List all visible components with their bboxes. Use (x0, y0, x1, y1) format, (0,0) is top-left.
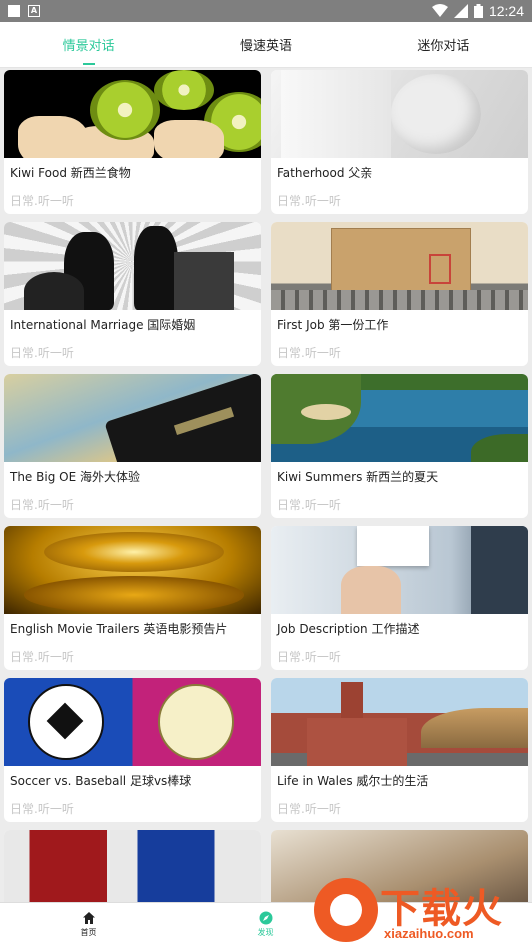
lesson-subtitle: 日常.听一听 (10, 498, 74, 512)
lesson-card[interactable]: Fatherhood 父亲 日常.听一听 (271, 70, 528, 214)
nav-home-label: 首页 (80, 928, 97, 937)
tab-mini-dialogue[interactable]: 迷你对话 (355, 22, 532, 67)
nav-home[interactable]: 首页 (0, 903, 177, 946)
clock: 12:24 (488, 3, 524, 19)
compass-icon (259, 911, 272, 925)
lesson-title: Fatherhood 父亲 (277, 166, 373, 180)
notification-a-icon: A (28, 5, 40, 17)
lesson-card[interactable]: The Big OE 海外大体验 日常.听一听 (4, 374, 261, 518)
lesson-thumbnail (4, 70, 261, 158)
status-bar: A 12:24 (0, 0, 532, 22)
lesson-thumbnail (4, 374, 261, 462)
lesson-title: Kiwi Summers 新西兰的夏天 (277, 470, 439, 484)
lesson-card[interactable]: Soccer vs. Baseball 足球vs棒球 日常.听一听 (4, 678, 261, 822)
lesson-title: Job Description 工作描述 (277, 622, 420, 636)
signal-icon (453, 4, 468, 18)
lesson-title: Kiwi Food 新西兰食物 (10, 166, 131, 180)
lesson-thumbnail (4, 222, 261, 310)
watermark-logo: 下载火 xiazaihuo.com (314, 876, 532, 946)
category-tabs: 情景对话 慢速英语 迷你对话 (0, 22, 532, 68)
lesson-subtitle: 日常.听一听 (277, 802, 341, 816)
notification-square-icon (8, 5, 20, 17)
lesson-title: Soccer vs. Baseball 足球vs棒球 (10, 774, 192, 788)
lesson-card[interactable]: English Movie Trailers 英语电影预告片 日常.听一听 (4, 526, 261, 670)
watermark-url: xiazaihuo.com (384, 926, 474, 941)
lesson-subtitle: 日常.听一听 (277, 498, 341, 512)
lesson-title: Life in Wales 威尔士的生活 (277, 774, 429, 788)
tab-slow-english[interactable]: 慢速英语 (177, 22, 354, 67)
lesson-grid: Kiwi Food 新西兰食物 日常.听一听 Fatherhood 父亲 日常.… (4, 70, 528, 946)
lesson-subtitle: 日常.听一听 (277, 346, 341, 360)
tab-scene-dialogue[interactable]: 情景对话 (0, 22, 177, 67)
lesson-subtitle: 日常.听一听 (277, 194, 341, 208)
lesson-card[interactable]: First Job 第一份工作 日常.听一听 (271, 222, 528, 366)
lesson-card[interactable]: International Marriage 国际婚姻 日常.听一听 (4, 222, 261, 366)
lesson-card[interactable]: Kiwi Summers 新西兰的夏天 日常.听一听 (271, 374, 528, 518)
lesson-title: International Marriage 国际婚姻 (10, 318, 196, 332)
battery-icon (473, 4, 483, 18)
home-icon (82, 912, 95, 924)
lesson-title: English Movie Trailers 英语电影预告片 (10, 622, 228, 636)
lesson-thumbnail (271, 70, 528, 158)
wifi-icon (431, 4, 448, 17)
lesson-subtitle: 日常.听一听 (10, 194, 74, 208)
lesson-thumbnail (271, 678, 528, 766)
lesson-subtitle: 日常.听一听 (10, 650, 74, 664)
nav-discover-label: 发现 (257, 928, 274, 937)
lesson-thumbnail (271, 222, 528, 310)
lesson-card[interactable]: Life in Wales 威尔士的生活 日常.听一听 (271, 678, 528, 822)
lesson-thumbnail (4, 526, 261, 614)
lesson-subtitle: 日常.听一听 (10, 802, 74, 816)
lesson-card[interactable]: Kiwi Food 新西兰食物 日常.听一听 (4, 70, 261, 214)
lesson-card[interactable]: Job Description 工作描述 日常.听一听 (271, 526, 528, 670)
lesson-thumbnail (271, 374, 528, 462)
lesson-subtitle: 日常.听一听 (277, 650, 341, 664)
lesson-subtitle: 日常.听一听 (10, 346, 74, 360)
lesson-thumbnail (271, 526, 528, 614)
lesson-title: The Big OE 海外大体验 (10, 470, 140, 484)
lesson-title: First Job 第一份工作 (277, 318, 389, 332)
lesson-thumbnail (4, 678, 261, 766)
